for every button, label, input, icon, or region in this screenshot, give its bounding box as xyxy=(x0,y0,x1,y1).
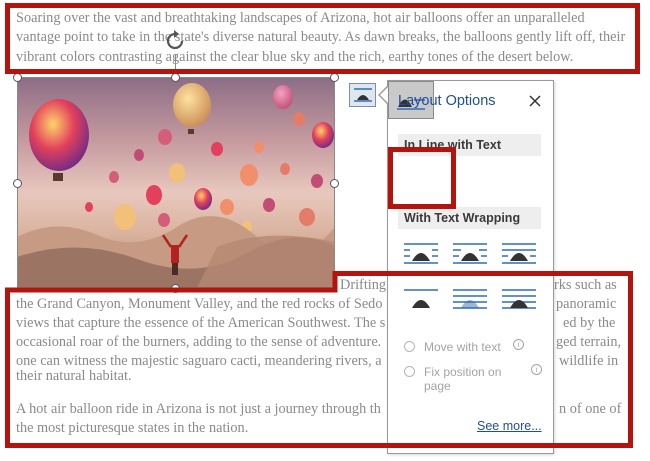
paragraph-2-line: occasional roar of the burners, adding t… xyxy=(16,334,382,350)
balloon-photo[interactable] xyxy=(17,77,335,288)
resize-handle-top-left[interactable] xyxy=(13,73,22,82)
resize-handle-top[interactable] xyxy=(171,73,180,82)
wrap-tight-option-icon[interactable] xyxy=(451,241,489,271)
wrap-square-option-icon[interactable] xyxy=(402,241,440,271)
panel-title: Layout Options xyxy=(398,93,496,109)
paragraph-3-line: A hot air balloon ride in Arizona is not… xyxy=(16,401,381,417)
paragraph-3-line: the most picturesque states in the natio… xyxy=(16,420,249,436)
paragraph-2-line: ged terrain, xyxy=(556,334,622,350)
resize-handle-bottom[interactable] xyxy=(171,284,180,293)
layout-options-panel: Layout Options In Line with Text With Te… xyxy=(387,80,554,454)
highlight-box-inline-option xyxy=(388,147,456,209)
resize-handle-right[interactable] xyxy=(330,179,339,188)
panel-pointer-inner xyxy=(380,87,388,103)
highlight-box-top-paragraph xyxy=(5,3,640,74)
wrap-behind-text-option-icon[interactable] xyxy=(451,286,489,316)
paragraph-2-line: their natural habitat. xyxy=(16,368,132,384)
see-more-link[interactable]: See more... xyxy=(477,419,542,433)
radio-button[interactable] xyxy=(404,341,415,352)
wrap-through-option-icon[interactable] xyxy=(500,241,538,271)
balloon-photo-illustration xyxy=(17,83,335,288)
paragraph-3-line: n of one of xyxy=(559,401,622,417)
resize-handle-top-right[interactable] xyxy=(330,73,339,82)
fix-position-radio[interactable]: Fix position on page xyxy=(404,365,501,393)
wrap-top-bottom-option-icon[interactable] xyxy=(402,286,440,316)
move-with-text-radio[interactable]: Move with text xyxy=(404,340,501,354)
layout-options-icon[interactable] xyxy=(349,83,376,107)
paragraph-2-line: panoramic xyxy=(556,296,617,312)
paragraph-2-line: ed by the xyxy=(563,315,616,331)
paragraph-2-line: the Grand Canyon, Monument Valley, and t… xyxy=(16,296,383,312)
radio-button[interactable] xyxy=(404,366,415,377)
fix-position-label-line1: Fix position on xyxy=(424,365,502,379)
fix-position-label: Fix position on page xyxy=(424,365,501,393)
resize-handle-left[interactable] xyxy=(13,179,22,188)
close-icon[interactable] xyxy=(527,93,543,109)
move-with-text-label: Move with text xyxy=(424,340,501,354)
fix-position-label-line2: page xyxy=(424,379,451,393)
paragraph-2-line: rks such as xyxy=(554,277,617,293)
info-icon[interactable]: i xyxy=(513,339,524,350)
info-icon[interactable]: i xyxy=(531,364,542,375)
section-with-text-wrapping: With Text Wrapping xyxy=(398,207,541,229)
paragraph-2-line: views that capture the essence of the Am… xyxy=(16,315,386,331)
paragraph-2-line: wildlife in xyxy=(559,353,619,369)
wrap-in-front-option-icon[interactable] xyxy=(500,286,538,316)
